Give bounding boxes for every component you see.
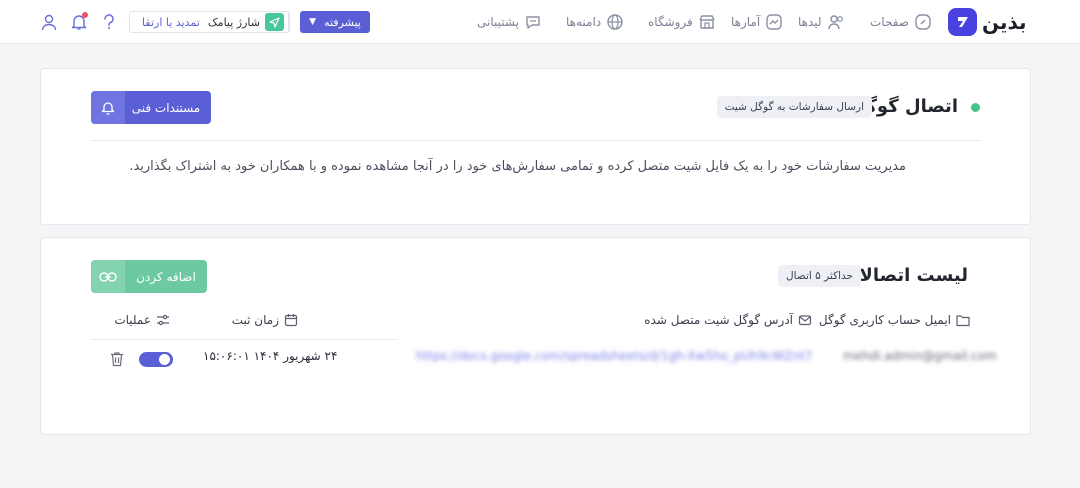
nav-label: لیدها [798,15,822,29]
chart-icon [766,14,782,30]
connections-card: لیست اتصالات حداکثر ۵ اتصال اضافه کردن ا… [40,237,1031,435]
logo-mark-icon [948,8,977,36]
store-icon [699,15,715,29]
advanced-dropdown-button[interactable]: پیشرفته ▼ [300,11,370,33]
table-header-divider [91,339,398,340]
column-label: عملیات [114,313,151,327]
mail-icon [798,315,812,326]
integration-description: مدیریت سفارشات خود را به یک فایل شیت متص… [129,159,906,174]
row-email: mehdi.admin@gmail.com [843,349,997,363]
send-icon [265,13,284,31]
nav-item-leads[interactable]: لیدها [798,11,845,33]
nav-label: فروشگاه [648,15,693,29]
calendar-icon [284,314,298,327]
column-label: ایمیل حساب کاربری گوگل [818,313,951,327]
column-header-email: ایمیل حساب کاربری گوگل [819,311,970,329]
google-integration-card: اتصال گوگل ارسال سفارشات به گوگل شیت مست… [40,68,1031,225]
add-button-label: اضافه کردن [136,269,196,284]
globe-icon [607,14,623,30]
chat-icon [526,16,540,29]
technical-docs-button[interactable]: مستندات فنی [91,91,211,124]
card-divider [91,140,981,141]
column-header-sheet-url: آدرس گوگل شیت متصل شده [644,311,812,329]
brand-logo[interactable]: بذین [948,8,1034,36]
nav-label: صفحات [870,15,909,29]
brand-name: بذین [982,10,1027,34]
nav-label: دامنه‌ها [566,15,602,29]
column-label: آدرس گوگل شیت متصل شده [644,313,793,327]
add-connection-button[interactable]: اضافه کردن [91,260,207,293]
folder-icon [956,315,970,327]
sms-charge-button[interactable]: شارژ پیامک [207,12,289,32]
nav-item-shop[interactable]: فروشگاه [648,11,716,33]
users-icon [827,15,843,30]
sms-panel: شارژ پیامک تمدید یا ارتقا [129,11,290,33]
help-icon[interactable] [98,11,120,33]
user-icon[interactable] [38,11,60,33]
connections-limit-chip: حداکثر ۵ اتصال [778,265,861,287]
integration-chip: ارسال سفارشات به گوگل شیت [716,96,872,118]
renew-upgrade-link[interactable]: تمدید یا ارتقا [134,16,208,29]
connection-enabled-toggle[interactable] [139,352,173,367]
bell-cloud-icon [91,91,125,124]
top-bar: بذین صفحات لیدها آمارها فروشگاه دامنه‌ها… [0,0,1080,44]
row-created-at: ۲۴ شهریور ۱۴۰۴ ۱۵:۰۶:۰۱ [203,349,338,363]
status-dot [971,103,980,112]
docs-button-label: مستندات فنی [131,100,201,115]
nav-item-stats[interactable]: آمارها [731,11,783,33]
column-header-actions: عملیات [114,311,170,329]
advanced-label: پیشرفته [324,15,361,29]
nav-item-domains[interactable]: دامنه‌ها [566,11,624,33]
nav-label: پشتیبانی [477,15,519,29]
trash-icon[interactable] [108,349,126,369]
chevron-down-icon: ▼ [309,17,317,27]
sliders-icon [157,314,169,326]
column-header-created-at: زمان ثبت [232,311,298,329]
nav-item-support[interactable]: پشتیبانی [477,11,542,33]
column-label: زمان ثبت [231,313,279,327]
link-icon [91,260,125,293]
nav-item-pages[interactable]: صفحات [870,11,932,33]
sms-charge-label: شارژ پیامک [207,15,260,29]
bell-icon[interactable] [68,11,90,33]
pages-icon [915,14,931,30]
row-sheet-url[interactable]: https://docs.google.com/spreadsheets/d/1… [416,349,811,363]
notification-dot [82,12,88,18]
nav-label: آمارها [731,15,761,29]
